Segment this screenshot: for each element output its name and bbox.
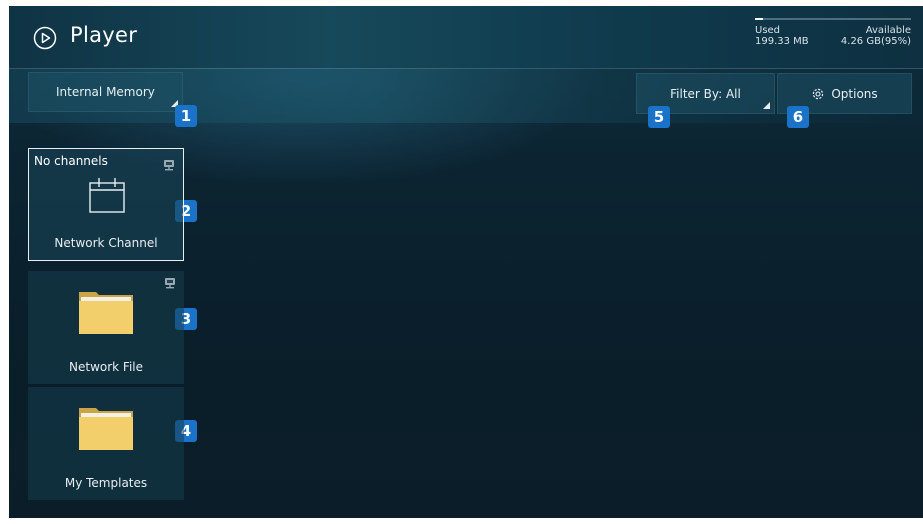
folder-icon: [79, 408, 133, 450]
tile-my-templates[interactable]: My Templates: [28, 387, 184, 500]
tile-network-channel[interactable]: No channels Network Channel: [28, 148, 184, 261]
tile-label: My Templates: [64, 476, 148, 490]
tile-label: Network Channel: [54, 236, 158, 250]
storage-used-label: Used: [755, 25, 781, 36]
callout-badge-5: 5: [648, 106, 670, 128]
storage-available-value: 4.26 GB(95%): [840, 36, 911, 47]
callout-badge-1: 1: [175, 105, 197, 127]
callout-badge-6: 6: [787, 106, 809, 128]
gear-icon: [813, 88, 824, 99]
network-icon: [165, 278, 175, 289]
tile-network-file[interactable]: Network File: [28, 271, 184, 384]
calendar-icon: [89, 178, 125, 213]
player-screen: Player Used 199.33 MB Available 4.26 GB(…: [9, 6, 923, 518]
network-icon: [164, 160, 174, 171]
tile-status-text: No channels: [34, 154, 108, 168]
tile-label: Network File: [69, 360, 143, 374]
header-divider: [9, 68, 923, 69]
filter-dropdown-label: Filter By: All: [670, 86, 741, 101]
memory-dropdown[interactable]: Internal Memory: [28, 72, 183, 112]
options-label: Options: [831, 86, 878, 101]
dropdown-corner-icon: [763, 102, 770, 109]
page-title: Player: [70, 23, 138, 47]
storage-used-value: 199.33 MB: [755, 36, 809, 47]
storage-usage-bar: [755, 18, 911, 20]
memory-dropdown-label: Internal Memory: [56, 85, 155, 99]
storage-available-label: Available: [865, 25, 911, 36]
play-circle-icon: [33, 26, 57, 50]
folder-icon: [79, 292, 133, 334]
storage-usage-fill: [755, 18, 763, 20]
